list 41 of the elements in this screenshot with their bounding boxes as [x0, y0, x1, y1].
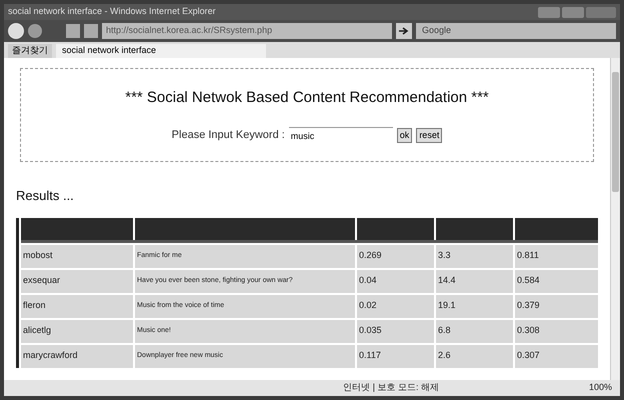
table-cell: 19.1 — [436, 294, 513, 318]
table-cell: 0.379 — [515, 294, 598, 318]
table-cell: alicetlg — [21, 320, 133, 342]
table-cell: exsequar — [21, 270, 133, 292]
table-cell: 2.6 — [436, 344, 513, 368]
form-button[interactable]: reset — [416, 128, 442, 143]
security-zone: 인터넷 | 보호 모드: 해제 — [343, 381, 439, 394]
browser-tab[interactable]: social network interface — [56, 44, 266, 58]
table-cell: 0.117 — [357, 344, 434, 368]
table-cell: 6.8 — [436, 320, 513, 342]
table-cell: marycrawford — [21, 344, 133, 368]
arrow-icon — [399, 27, 409, 35]
table-cell: 0.307 — [515, 344, 598, 368]
table-cell: 0.308 — [515, 320, 598, 342]
back-button[interactable] — [8, 23, 24, 39]
table-cell: mobost — [21, 244, 133, 268]
table-cell: 0.811 — [515, 244, 598, 268]
form-button[interactable]: ok — [396, 128, 412, 143]
go-button[interactable] — [396, 23, 412, 39]
results-title: Results ... — [16, 187, 75, 205]
window-title: social network interface - Windows Internet Explorer — [8, 5, 216, 18]
table-cell: 3.3 — [436, 244, 513, 268]
table-cell: 0.04 — [357, 270, 434, 292]
maximize-button[interactable] — [562, 6, 584, 18]
scrollbar[interactable] — [610, 58, 620, 380]
favorites-button[interactable]: 즐겨찾기 — [8, 44, 52, 58]
page-heading: *** Social Netwok Based Content Recommendation *** — [125, 88, 489, 108]
close-button[interactable] — [586, 6, 616, 18]
table-cell: 0.584 — [515, 270, 598, 292]
table-cell: 0.02 — [357, 294, 434, 318]
keyword-label: Please Input Keyword : — [172, 128, 285, 143]
table-cell: 0.035 — [357, 320, 434, 342]
forward-button[interactable] — [28, 24, 42, 38]
address-field[interactable]: http://socialnet.korea.ac.kr/SRsystem.php — [102, 23, 392, 39]
zoom-level[interactable]: 100% — [588, 381, 612, 395]
keyword-field[interactable]: music — [288, 127, 393, 144]
table-cell: 14.4 — [436, 270, 513, 292]
table-cell: 0.269 — [357, 244, 434, 268]
search-field[interactable]: Google — [416, 23, 616, 39]
minimize-button[interactable] — [538, 6, 560, 18]
table-cell: fleron — [21, 294, 133, 318]
